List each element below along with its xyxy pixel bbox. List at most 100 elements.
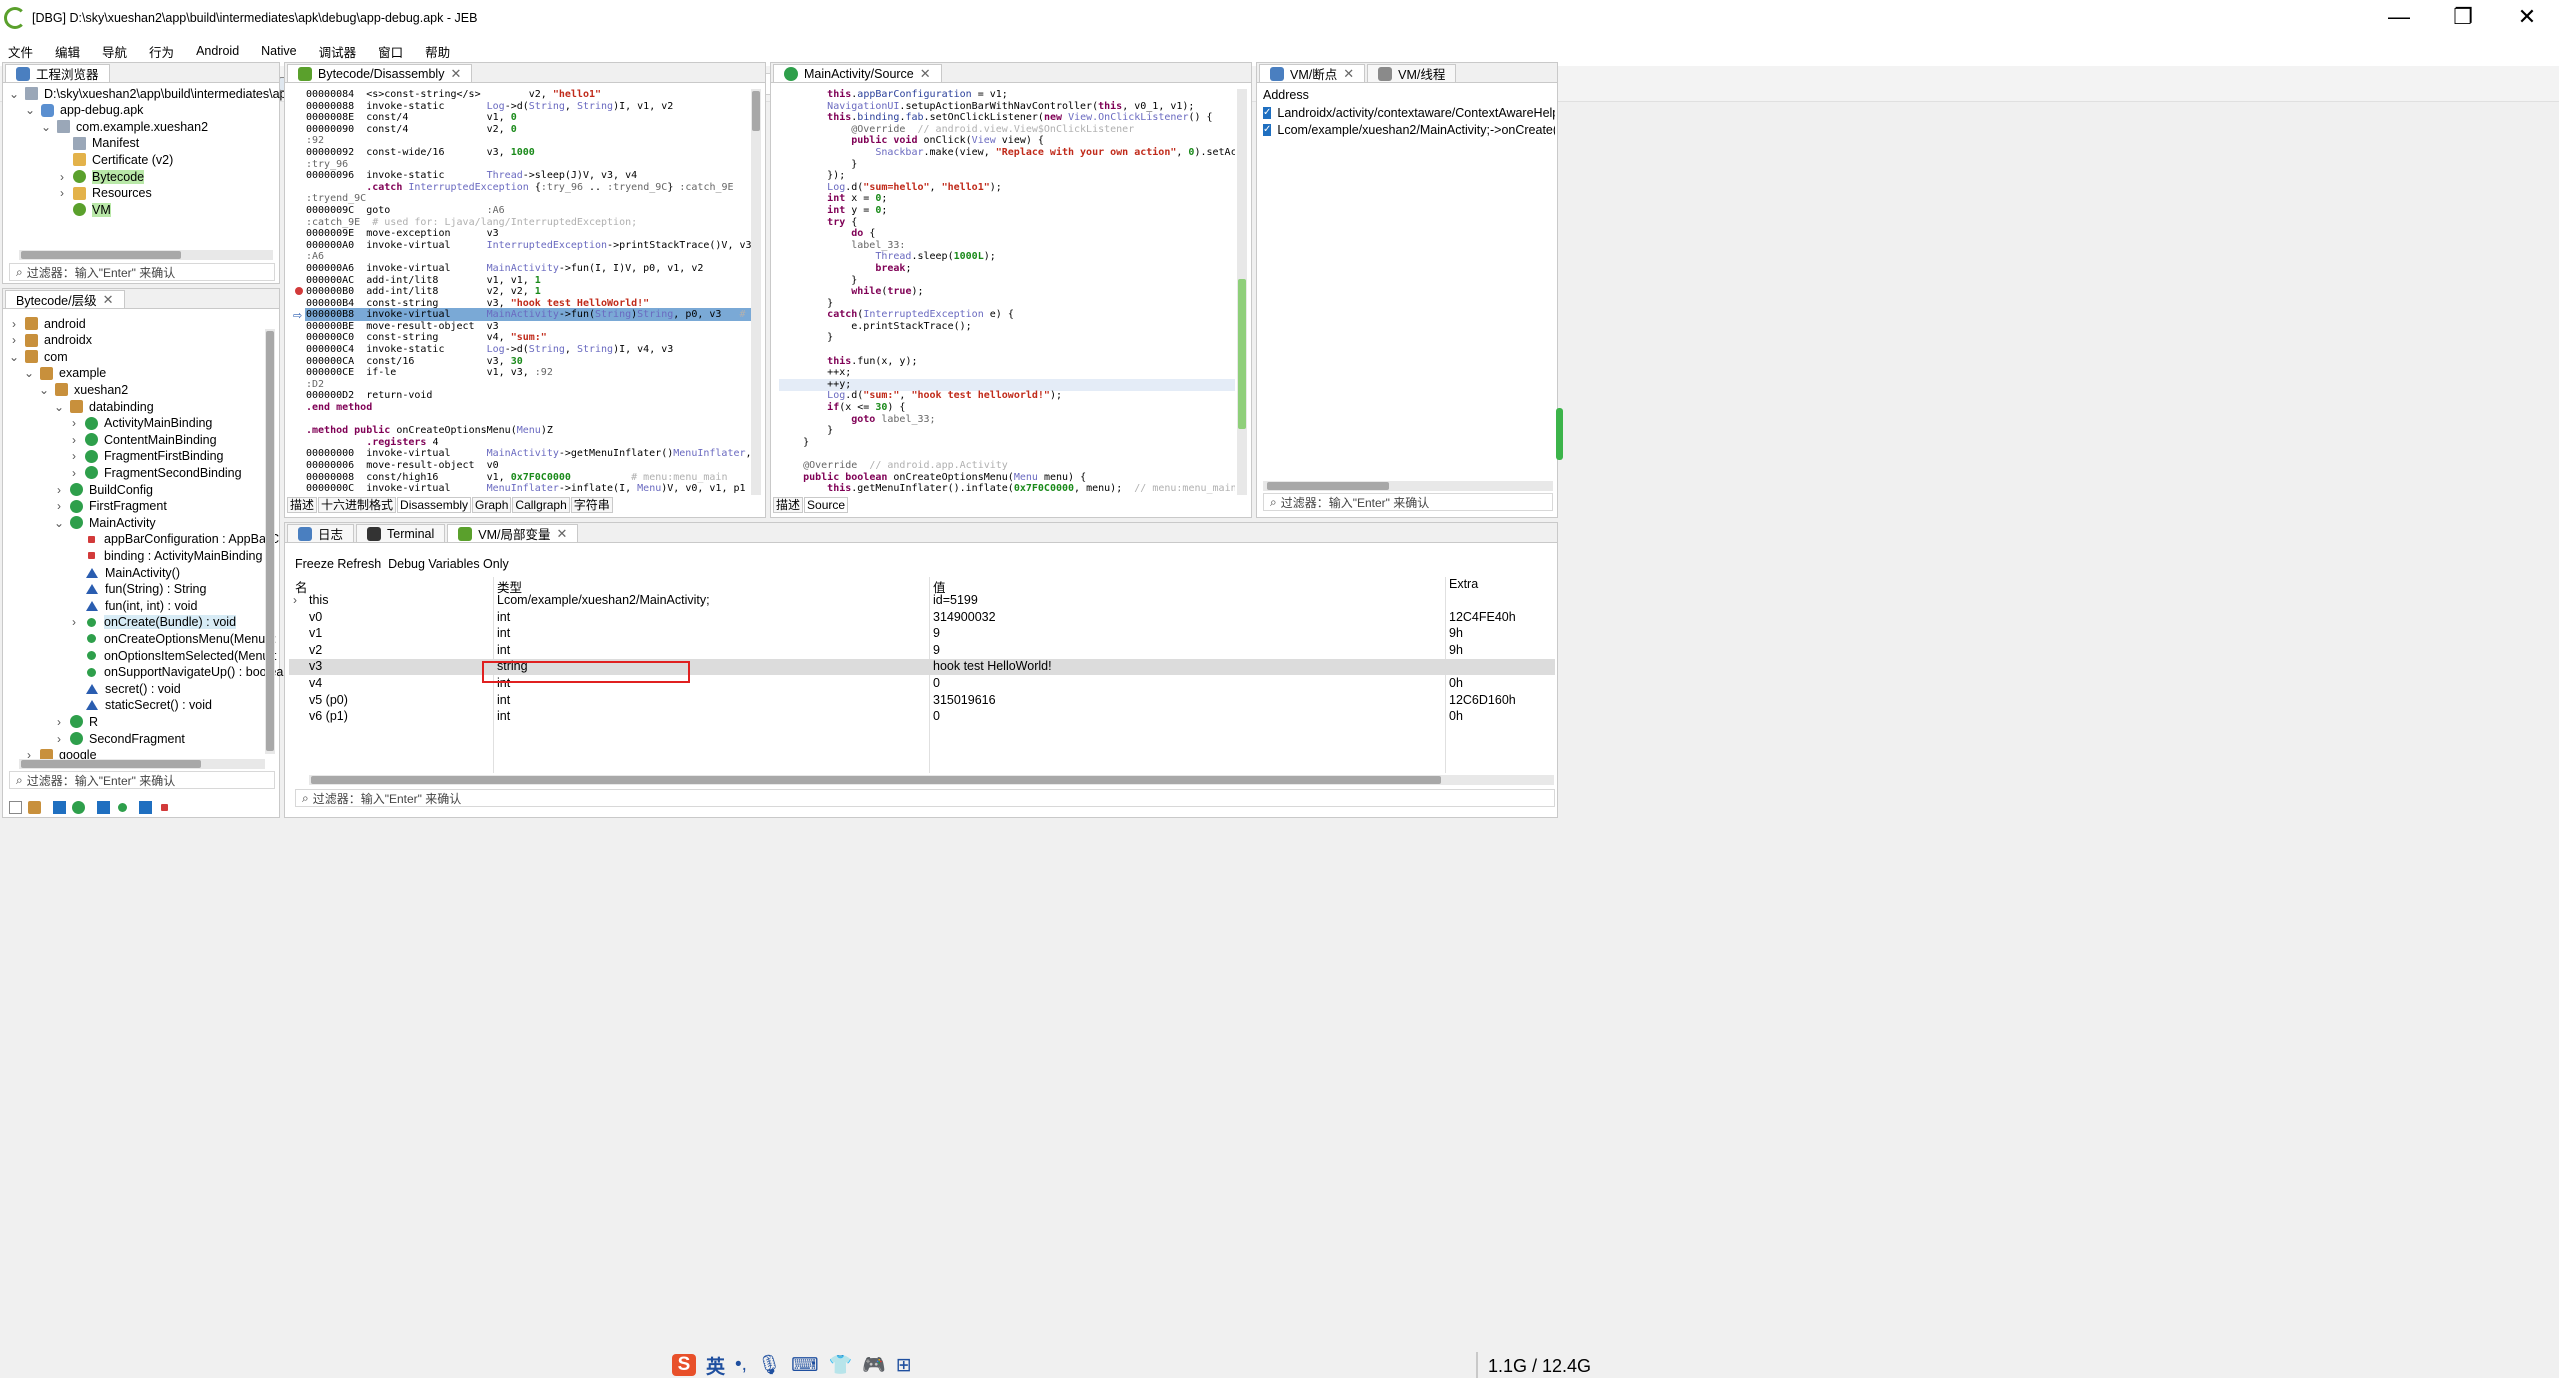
close-button[interactable]: ✕ [2495,0,2559,36]
expanded-chevron-icon[interactable]: ⌄ [23,103,37,117]
collapsed-chevron-icon[interactable]: › [7,333,21,347]
hierarchy-tree-node[interactable]: ⌄ example [22,365,106,382]
hierarchy-tree-node[interactable]: staticSecret() : void [67,697,212,714]
code-line[interactable]: .method public onCreateOptionsMenu(Menu)… [306,425,752,437]
tab-vm-threads[interactable]: VM/线程 [1367,64,1457,82]
variable-row[interactable]: v5 (p0) int 315019616 12C6D160h [289,693,1555,709]
menu-edit[interactable]: 编辑 [55,42,80,61]
hierarchy-tree-node[interactable]: › FragmentSecondBinding [67,464,242,481]
code-line[interactable]: 000000CA const/16 v3, 30 [306,356,752,368]
column-header[interactable]: Extra [1449,577,1478,591]
checkbox-checked-icon[interactable] [97,800,110,814]
variable-row[interactable]: v6 (p1) int 0 0h [289,709,1555,725]
microphone-icon[interactable]: 🎙 [757,1353,781,1377]
code-line[interactable]: :A6 [306,251,752,263]
code-line[interactable]: } [779,437,1235,449]
subtab-disasm-1[interactable]: 十六进制格式 [318,497,397,513]
hierarchy-tree-node[interactable]: › ActivityMainBinding [67,415,212,432]
collapsed-chevron-icon[interactable]: › [52,732,66,746]
code-line[interactable]: this.binding.fab.setOnClickListener(new … [779,112,1235,124]
hierarchy-tree-node[interactable]: fun(String) : String [67,581,206,598]
hierarchy-tree-node[interactable]: ⌄ MainActivity [52,514,156,531]
subtab-disasm-5[interactable]: 字符串 [570,497,613,513]
variable-row[interactable]: v4 int 0 0h [289,676,1555,692]
skin-icon[interactable]: 👕 [829,1353,853,1377]
expanded-chevron-icon[interactable]: ⌄ [7,87,21,101]
hierarchy-tree-node[interactable]: appBarConfiguration : AppBarC [67,531,279,548]
code-line[interactable]: @Override // android.view.View$OnClickLi… [779,124,1235,136]
code-line[interactable]: catch(InterruptedException e) { [779,309,1235,321]
hierarchy-tree-node[interactable]: › android [7,315,86,332]
project-tree-node[interactable]: Certificate (v2) [55,151,173,168]
code-line[interactable]: this.fun(x, y); [779,356,1235,368]
close-tab-icon[interactable]: ✕ [103,292,114,308]
ime-language-label[interactable]: 英 [706,1352,725,1378]
code-line[interactable]: :tryend_9C [306,193,752,205]
variables-toolbar[interactable]: Freeze Refresh Debug Variables Only [295,557,509,571]
project-tree-node[interactable]: ⌄ D:\sky\xueshan2\app\build\intermediates… [7,85,296,102]
breakpoint-marker-icon[interactable] [295,287,303,295]
close-tab-icon[interactable]: ✕ [1343,66,1354,82]
collapsed-chevron-icon[interactable]: › [67,433,81,447]
hierarchy-vscrollbar[interactable] [265,329,275,754]
code-line[interactable]: 0000008E const/4 v1, 0 [306,112,752,124]
variables-filter-input[interactable]: ⌕ 过滤器：输入"Enter" 来确认 [295,789,1555,807]
code-line[interactable]: 00000008 const/high16 v1, 0x7F0C0000 # m… [306,472,752,484]
code-line[interactable] [779,344,1235,356]
subtab-source-1[interactable]: Source [804,497,849,513]
code-line[interactable]: do { [779,228,1235,240]
menu-debugger[interactable]: 调试器 [319,42,357,61]
menu-action[interactable]: 行为 [149,42,174,61]
code-line[interactable]: :92 [306,135,752,147]
code-line[interactable]: Log.d("sum=hello", "hello1"); [779,182,1235,194]
menu-navigate[interactable]: 导航 [102,42,127,61]
variable-row[interactable]: v2 int 9 9h [289,643,1555,659]
code-line[interactable]: 000000CE if-le v1, v3, :92 [306,367,752,379]
code-line[interactable]: .catch InterruptedException {:try_96 .. … [306,182,752,194]
expand-chevron-icon[interactable]: › [293,593,297,607]
code-line[interactable]: 00000088 invoke-static Log->d(String, St… [306,101,752,113]
code-line[interactable]: int x = 0; [779,193,1235,205]
code-line[interactable]: public void onClick(View view) { [779,135,1235,147]
code-line[interactable]: 000000BE move-result-object v3 [306,321,752,333]
source-vscrollbar[interactable] [1237,89,1247,495]
collapsed-chevron-icon[interactable]: › [52,715,66,729]
hierarchy-filter-input[interactable]: ⌕ 过滤器：输入"Enter" 来确认 [9,771,275,789]
menu-native[interactable]: Native [261,44,296,58]
code-line[interactable]: 00000092 const-wide/16 v3, 1000 [306,147,752,159]
project-hscrollbar[interactable] [19,250,273,260]
close-tab-icon[interactable]: ✕ [450,66,461,82]
variable-row[interactable]: v3 string hook test HelloWorld! [289,659,1555,676]
tab-project-explorer[interactable]: 工程浏览器 [5,64,110,82]
expanded-chevron-icon[interactable]: ⌄ [39,120,53,134]
hierarchy-tree-node[interactable]: › FirstFragment [52,498,167,515]
breakpoint-enabled-checkbox[interactable]: ✓ [1263,124,1272,136]
code-line[interactable]: public boolean onCreateOptionsMenu(Menu … [779,472,1235,484]
collapsed-chevron-icon[interactable]: › [67,615,81,629]
close-tab-icon[interactable]: ✕ [920,66,931,82]
hierarchy-tree-node[interactable]: › BuildConfig [52,481,153,498]
code-line[interactable]: } [779,275,1235,287]
hierarchy-tree-node[interactable]: › SecondFragment [52,730,185,747]
code-line[interactable]: Log.d("sum:", "hook test helloworld!"); [779,390,1235,402]
code-line[interactable]: Thread.sleep(1000L); [779,251,1235,263]
hierarchy-tree-node[interactable]: binding : ActivityMainBinding [67,547,262,564]
checkbox-checked-icon[interactable] [53,800,66,814]
close-tab-icon[interactable]: ✕ [557,526,568,542]
menu-window[interactable]: 窗口 [378,42,403,61]
hierarchy-tree-node[interactable]: › FragmentFirstBinding [67,448,224,465]
breakpoints-filter-input[interactable]: ⌕ 过滤器：输入"Enter" 来确认 [1263,493,1553,511]
code-line[interactable]: ++x; [779,367,1235,379]
game-icon[interactable]: 🎮 [862,1353,886,1377]
code-line[interactable]: .end method [306,402,752,414]
code-line[interactable]: 00000000 invoke-virtual MainActivity->ge… [306,448,752,460]
hierarchy-hscrollbar[interactable] [19,759,265,769]
subtab-disasm-2[interactable]: Disassembly [397,497,472,513]
code-line[interactable]: goto label_33; [779,414,1235,426]
code-line[interactable]: 000000B0 add-int/lit8 v2, v2, 1 [306,286,752,298]
code-line[interactable]: if(x <= 30) { [779,402,1235,414]
code-line[interactable]: 000000C0 const-string v4, "sum:" [306,332,752,344]
tab-bytecode-disassembly[interactable]: Bytecode/Disassembly ✕ [287,64,473,82]
hierarchy-tree-node[interactable]: MainActivity() [67,564,180,581]
project-tree-node[interactable]: ⌄ com.example.xueshan2 [39,118,208,135]
